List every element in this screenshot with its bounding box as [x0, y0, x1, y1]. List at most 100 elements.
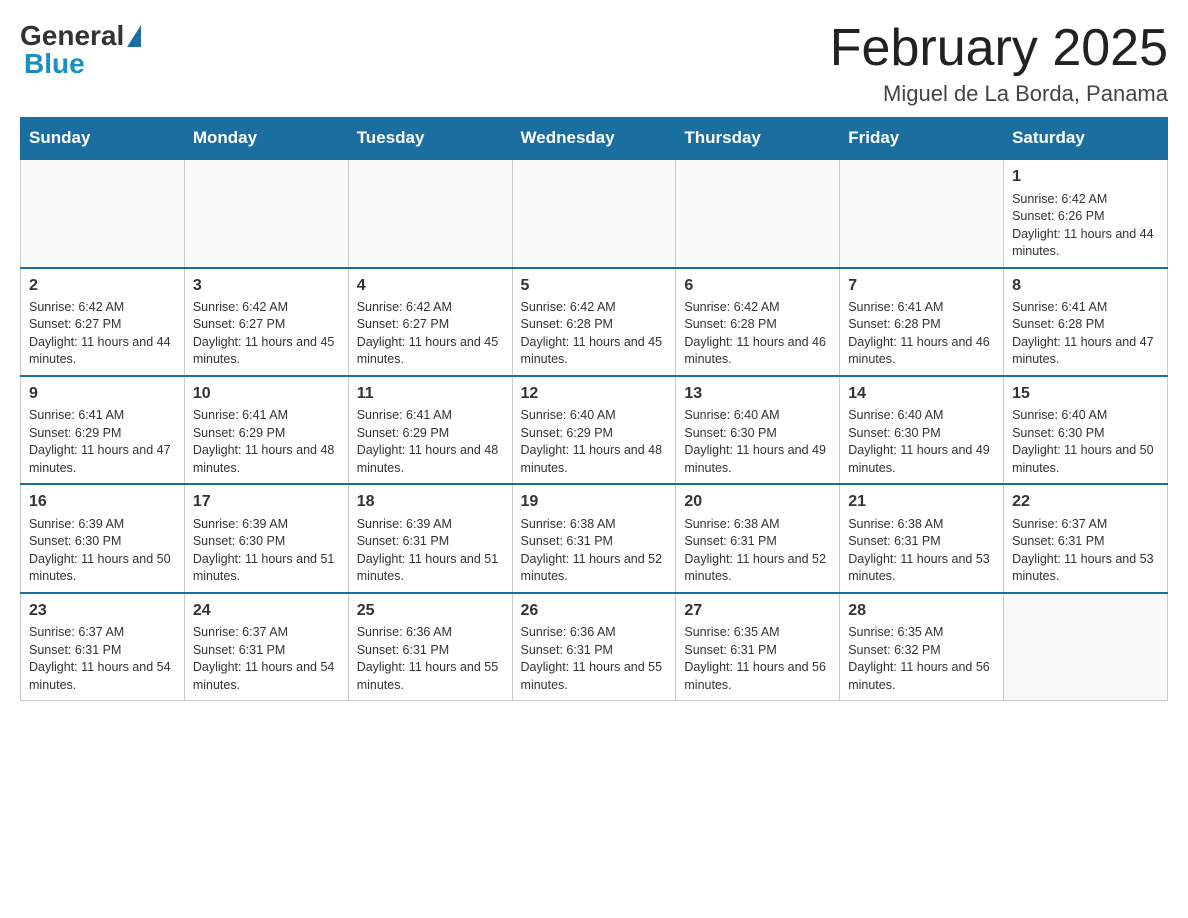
- calendar-cell: 28Sunrise: 6:35 AMSunset: 6:32 PMDayligh…: [840, 593, 1004, 701]
- calendar-cell: [512, 159, 676, 267]
- calendar-header-friday: Friday: [840, 118, 1004, 160]
- title-area: February 2025 Miguel de La Borda, Panama: [830, 20, 1168, 107]
- day-number: 12: [521, 383, 668, 405]
- calendar-table: SundayMondayTuesdayWednesdayThursdayFrid…: [20, 117, 1168, 701]
- day-number: 28: [848, 600, 995, 622]
- page-header: General Blue February 2025 Miguel de La …: [20, 20, 1168, 107]
- calendar-cell: 23Sunrise: 6:37 AMSunset: 6:31 PMDayligh…: [21, 593, 185, 701]
- day-number: 23: [29, 600, 176, 622]
- day-info: Sunrise: 6:39 AMSunset: 6:30 PMDaylight:…: [193, 516, 340, 586]
- calendar-cell: 1 Sunrise: 6:42 AMSunset: 6:26 PMDaylight…: [1004, 159, 1168, 267]
- calendar-week-row: 9Sunrise: 6:41 AMSunset: 6:29 PMDaylight…: [21, 376, 1168, 484]
- calendar-week-row: 16 Sunrise: 6:39 AMSunset: 6:30 PMDayligh…: [21, 484, 1168, 592]
- calendar-cell: 2Sunrise: 6:42 AMSunset: 6:27 PMDaylight…: [21, 268, 185, 376]
- day-number: 9: [29, 383, 176, 405]
- day-number: 24: [193, 600, 340, 622]
- day-number: 19: [521, 491, 668, 513]
- calendar-cell: [840, 159, 1004, 267]
- calendar-cell: 8Sunrise: 6:41 AMSunset: 6:28 PMDaylight…: [1004, 268, 1168, 376]
- day-number: 1: [1012, 166, 1159, 188]
- day-info: Sunrise: 6:42 AMSunset: 6:28 PMDaylight:…: [521, 299, 668, 369]
- day-info: Sunrise: 6:40 AMSunset: 6:29 PMDaylight:…: [521, 407, 668, 477]
- day-number: 16: [29, 491, 176, 513]
- day-number: 27: [684, 600, 831, 622]
- logo: General Blue: [20, 20, 144, 80]
- day-number: 20: [684, 491, 831, 513]
- day-info: Sunrise: 6:39 AMSunset: 6:31 PMDaylight:…: [357, 516, 504, 586]
- day-info: Sunrise: 6:35 AMSunset: 6:31 PMDaylight:…: [684, 624, 831, 694]
- day-info: Sunrise: 6:41 AMSunset: 6:29 PMDaylight:…: [29, 407, 176, 477]
- month-title: February 2025: [830, 20, 1168, 77]
- day-number: 4: [357, 275, 504, 297]
- location-title: Miguel de La Borda, Panama: [830, 81, 1168, 107]
- day-info: Sunrise: 6:42 AMSunset: 6:26 PMDaylight:…: [1012, 191, 1159, 261]
- day-number: 17: [193, 491, 340, 513]
- calendar-cell: 22 Sunrise: 6:37 AMSunset: 6:31 PMDayligh…: [1004, 484, 1168, 592]
- calendar-cell: 17 Sunrise: 6:39 AMSunset: 6:30 PMDayligh…: [184, 484, 348, 592]
- calendar-cell: [21, 159, 185, 267]
- calendar-week-row: 2Sunrise: 6:42 AMSunset: 6:27 PMDaylight…: [21, 268, 1168, 376]
- day-info: Sunrise: 6:37 AMSunset: 6:31 PMDaylight:…: [29, 624, 176, 694]
- calendar-cell: 25Sunrise: 6:36 AMSunset: 6:31 PMDayligh…: [348, 593, 512, 701]
- day-info: Sunrise: 6:41 AMSunset: 6:28 PMDaylight:…: [848, 299, 995, 369]
- day-number: 22: [1012, 491, 1159, 513]
- calendar-cell: 20 Sunrise: 6:38 AMSunset: 6:31 PMDayligh…: [676, 484, 840, 592]
- day-number: 10: [193, 383, 340, 405]
- day-number: 7: [848, 275, 995, 297]
- calendar-cell: 27Sunrise: 6:35 AMSunset: 6:31 PMDayligh…: [676, 593, 840, 701]
- day-number: 13: [684, 383, 831, 405]
- day-info: Sunrise: 6:37 AMSunset: 6:31 PMDaylight:…: [1012, 516, 1159, 586]
- day-number: 26: [521, 600, 668, 622]
- calendar-cell: 5Sunrise: 6:42 AMSunset: 6:28 PMDaylight…: [512, 268, 676, 376]
- calendar-cell: 13Sunrise: 6:40 AMSunset: 6:30 PMDayligh…: [676, 376, 840, 484]
- day-number: 11: [357, 383, 504, 405]
- calendar-cell: 15Sunrise: 6:40 AMSunset: 6:30 PMDayligh…: [1004, 376, 1168, 484]
- day-info: Sunrise: 6:42 AMSunset: 6:27 PMDaylight:…: [193, 299, 340, 369]
- calendar-cell: 11Sunrise: 6:41 AMSunset: 6:29 PMDayligh…: [348, 376, 512, 484]
- day-info: Sunrise: 6:35 AMSunset: 6:32 PMDaylight:…: [848, 624, 995, 694]
- calendar-week-row: 23Sunrise: 6:37 AMSunset: 6:31 PMDayligh…: [21, 593, 1168, 701]
- day-number: 15: [1012, 383, 1159, 405]
- day-info: Sunrise: 6:38 AMSunset: 6:31 PMDaylight:…: [521, 516, 668, 586]
- calendar-week-row: 1 Sunrise: 6:42 AMSunset: 6:26 PMDaylight…: [21, 159, 1168, 267]
- calendar-cell: 16 Sunrise: 6:39 AMSunset: 6:30 PMDayligh…: [21, 484, 185, 592]
- calendar-cell: 6Sunrise: 6:42 AMSunset: 6:28 PMDaylight…: [676, 268, 840, 376]
- day-info: Sunrise: 6:37 AMSunset: 6:31 PMDaylight:…: [193, 624, 340, 694]
- calendar-header-sunday: Sunday: [21, 118, 185, 160]
- day-info: Sunrise: 6:40 AMSunset: 6:30 PMDaylight:…: [848, 407, 995, 477]
- calendar-cell: 3Sunrise: 6:42 AMSunset: 6:27 PMDaylight…: [184, 268, 348, 376]
- day-info: Sunrise: 6:38 AMSunset: 6:31 PMDaylight:…: [848, 516, 995, 586]
- calendar-cell: 18 Sunrise: 6:39 AMSunset: 6:31 PMDayligh…: [348, 484, 512, 592]
- day-number: 3: [193, 275, 340, 297]
- day-info: Sunrise: 6:39 AMSunset: 6:30 PMDaylight:…: [29, 516, 176, 586]
- calendar-cell: 9Sunrise: 6:41 AMSunset: 6:29 PMDaylight…: [21, 376, 185, 484]
- day-number: 21: [848, 491, 995, 513]
- day-number: 25: [357, 600, 504, 622]
- day-info: Sunrise: 6:41 AMSunset: 6:29 PMDaylight:…: [357, 407, 504, 477]
- day-info: Sunrise: 6:38 AMSunset: 6:31 PMDaylight:…: [684, 516, 831, 586]
- calendar-cell: 4Sunrise: 6:42 AMSunset: 6:27 PMDaylight…: [348, 268, 512, 376]
- day-info: Sunrise: 6:42 AMSunset: 6:27 PMDaylight:…: [29, 299, 176, 369]
- day-number: 2: [29, 275, 176, 297]
- calendar-header-saturday: Saturday: [1004, 118, 1168, 160]
- calendar-cell: 10Sunrise: 6:41 AMSunset: 6:29 PMDayligh…: [184, 376, 348, 484]
- calendar-cell: 24Sunrise: 6:37 AMSunset: 6:31 PMDayligh…: [184, 593, 348, 701]
- day-number: 18: [357, 491, 504, 513]
- calendar-cell: 26Sunrise: 6:36 AMSunset: 6:31 PMDayligh…: [512, 593, 676, 701]
- calendar-header-wednesday: Wednesday: [512, 118, 676, 160]
- day-number: 6: [684, 275, 831, 297]
- day-number: 8: [1012, 275, 1159, 297]
- day-number: 5: [521, 275, 668, 297]
- calendar-cell: [676, 159, 840, 267]
- calendar-cell: 19 Sunrise: 6:38 AMSunset: 6:31 PMDayligh…: [512, 484, 676, 592]
- calendar-cell: [184, 159, 348, 267]
- calendar-header-thursday: Thursday: [676, 118, 840, 160]
- day-info: Sunrise: 6:40 AMSunset: 6:30 PMDaylight:…: [1012, 407, 1159, 477]
- day-number: 14: [848, 383, 995, 405]
- calendar-header-row: SundayMondayTuesdayWednesdayThursdayFrid…: [21, 118, 1168, 160]
- calendar-cell: [1004, 593, 1168, 701]
- calendar-cell: 12Sunrise: 6:40 AMSunset: 6:29 PMDayligh…: [512, 376, 676, 484]
- calendar-header-monday: Monday: [184, 118, 348, 160]
- calendar-cell: 14Sunrise: 6:40 AMSunset: 6:30 PMDayligh…: [840, 376, 1004, 484]
- day-info: Sunrise: 6:36 AMSunset: 6:31 PMDaylight:…: [357, 624, 504, 694]
